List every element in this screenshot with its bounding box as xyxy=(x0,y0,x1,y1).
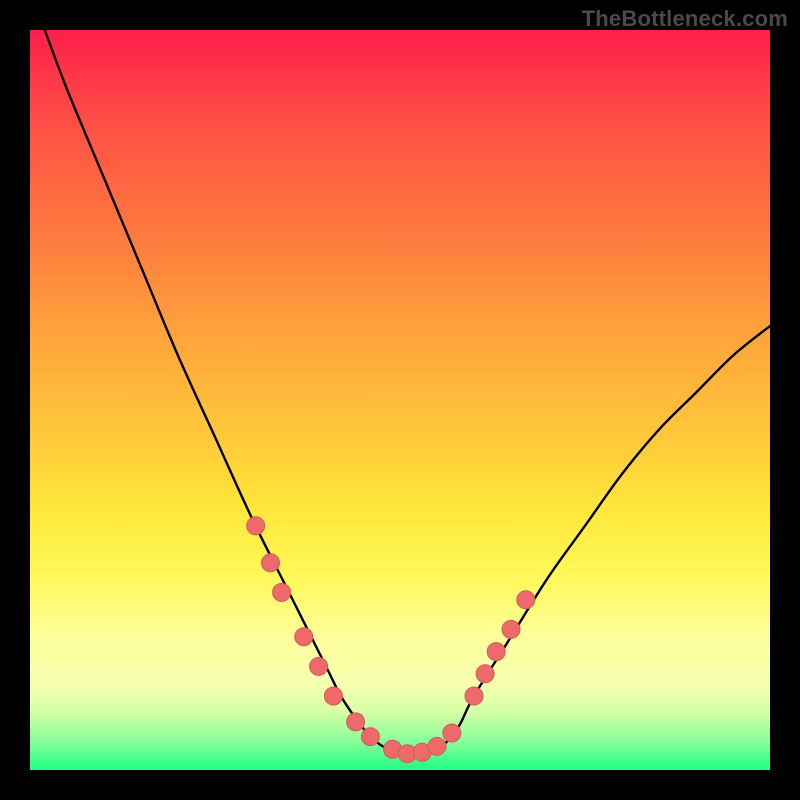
curve-marker-dot xyxy=(273,583,291,601)
curve-marker-dot xyxy=(428,737,446,755)
curve-marker-dot xyxy=(324,687,342,705)
curve-marker-dot xyxy=(247,517,265,535)
curve-marker-group xyxy=(247,517,535,763)
bottleneck-curve xyxy=(45,30,770,755)
curve-marker-dot xyxy=(476,665,494,683)
curve-marker-dot xyxy=(502,620,520,638)
curve-marker-dot xyxy=(443,724,461,742)
curve-marker-dot xyxy=(347,713,365,731)
curve-marker-dot xyxy=(517,591,535,609)
curve-marker-dot xyxy=(295,628,313,646)
curve-marker-dot xyxy=(310,657,328,675)
chart-svg xyxy=(30,30,770,770)
curve-marker-dot xyxy=(262,554,280,572)
curve-marker-dot xyxy=(465,687,483,705)
curve-marker-dot xyxy=(361,728,379,746)
chart-frame xyxy=(30,30,770,770)
watermark-text: TheBottleneck.com xyxy=(582,6,788,32)
curve-marker-dot xyxy=(487,643,505,661)
